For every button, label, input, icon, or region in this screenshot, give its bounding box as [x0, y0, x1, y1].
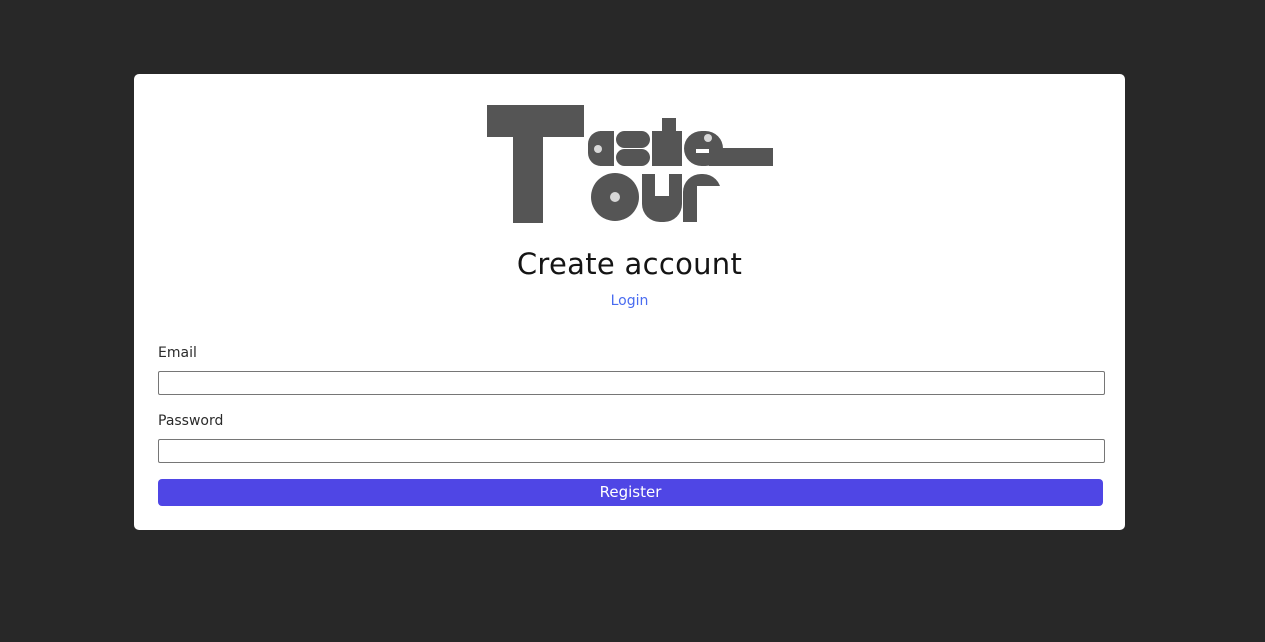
- password-label: Password: [158, 413, 224, 429]
- register-button[interactable]: Register: [158, 479, 1103, 506]
- page-title: Create account: [516, 247, 743, 281]
- email-label: Email: [158, 345, 197, 361]
- taste-tour-logo: [487, 105, 773, 224]
- login-link[interactable]: Login: [611, 293, 649, 309]
- password-field[interactable]: [158, 439, 1105, 463]
- register-card: Create account Login Email Password Regi…: [134, 74, 1125, 530]
- login-link-container: Login: [134, 291, 1125, 311]
- email-field[interactable]: [158, 371, 1105, 395]
